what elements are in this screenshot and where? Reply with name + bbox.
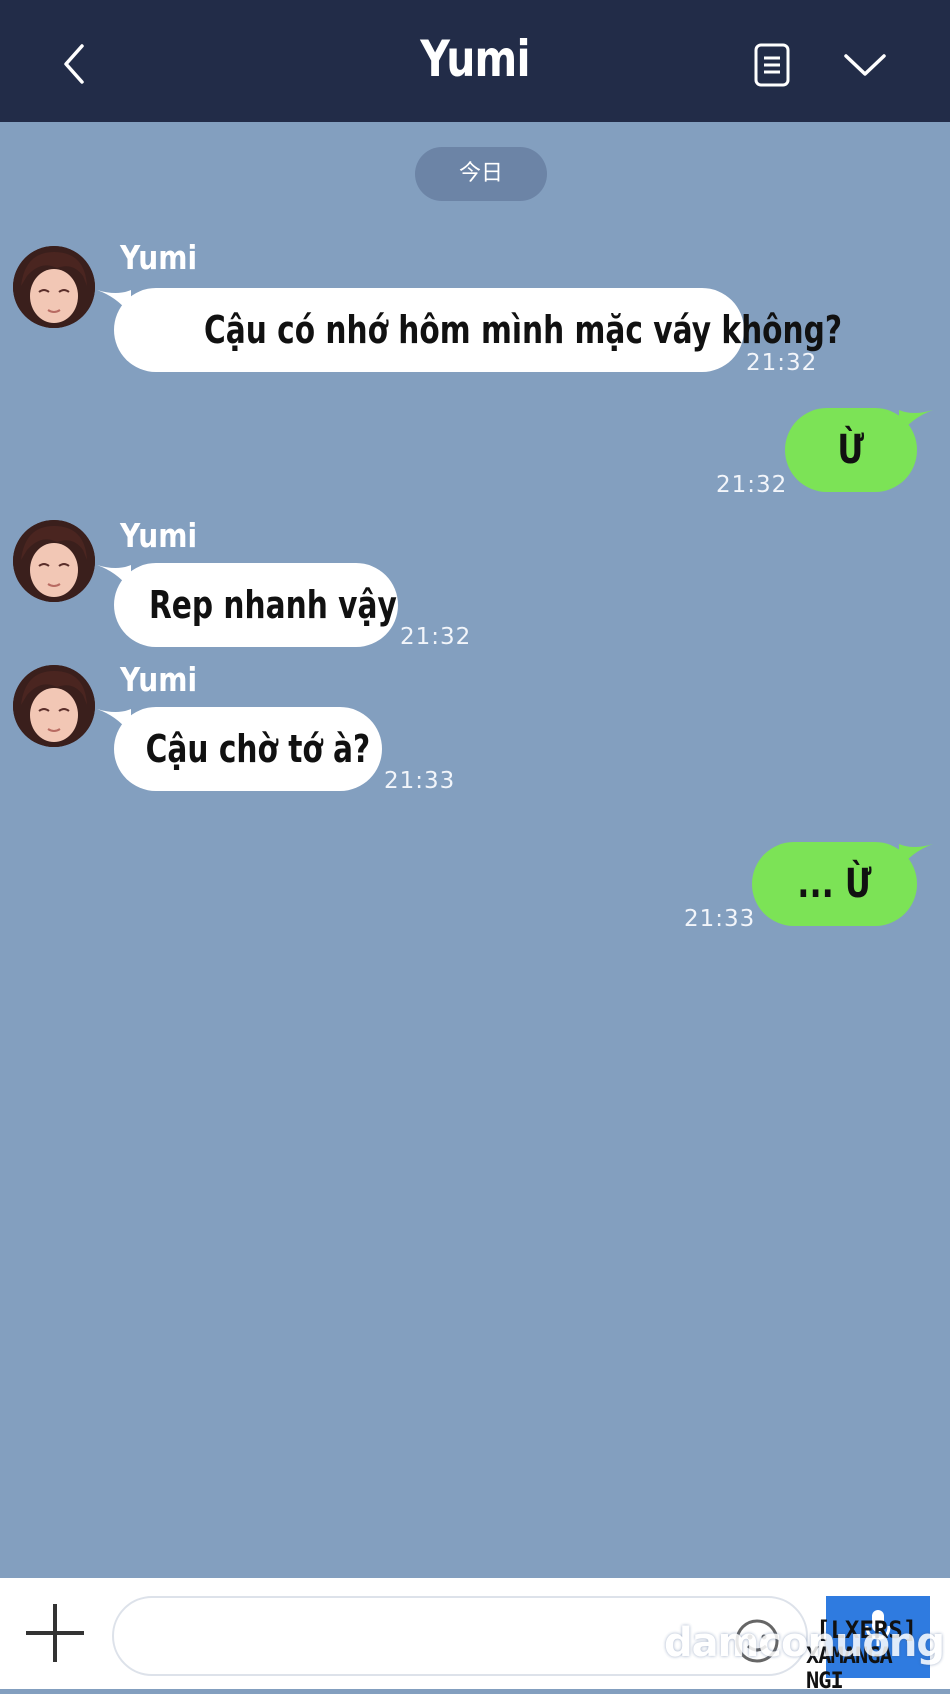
message-time: 21:32 xyxy=(716,472,788,498)
chat-header: Yumi xyxy=(0,0,950,122)
sender-name: Yumi xyxy=(120,238,198,277)
avatar[interactable] xyxy=(13,520,95,602)
watermark: damconuong xyxy=(664,1620,945,1666)
plus-icon[interactable] xyxy=(22,1600,88,1666)
date-separator: 今日 xyxy=(415,147,547,201)
message-text: Rep nhanh vậy xyxy=(148,583,397,627)
bubble-tail xyxy=(899,844,933,870)
notes-icon[interactable] xyxy=(752,42,792,88)
message-time: 21:33 xyxy=(684,906,756,932)
avatar[interactable] xyxy=(13,665,95,747)
message-text: Ừ xyxy=(837,427,865,473)
sender-name: Yumi xyxy=(120,660,198,699)
message-time: 21:32 xyxy=(400,624,472,650)
message-text: ... Ừ xyxy=(797,861,872,907)
message-time: 21:32 xyxy=(746,350,818,376)
message-bubble-incoming[interactable]: Cậu có nhớ hôm mình mặc váy không? xyxy=(114,288,842,372)
avatar[interactable] xyxy=(13,246,95,328)
sender-name: Yumi xyxy=(120,516,198,555)
chat-title: Yumi xyxy=(420,30,530,88)
bubble-tail xyxy=(899,410,933,436)
message-bubble-incoming[interactable]: Rep nhanh vậy xyxy=(114,563,398,647)
message-text: Cậu chờ tớ à? xyxy=(145,727,371,771)
message-time: 21:33 xyxy=(384,768,456,794)
chevron-down-icon[interactable] xyxy=(842,48,888,80)
message-bubble-incoming[interactable]: Cậu chờ tớ à? xyxy=(114,707,382,791)
